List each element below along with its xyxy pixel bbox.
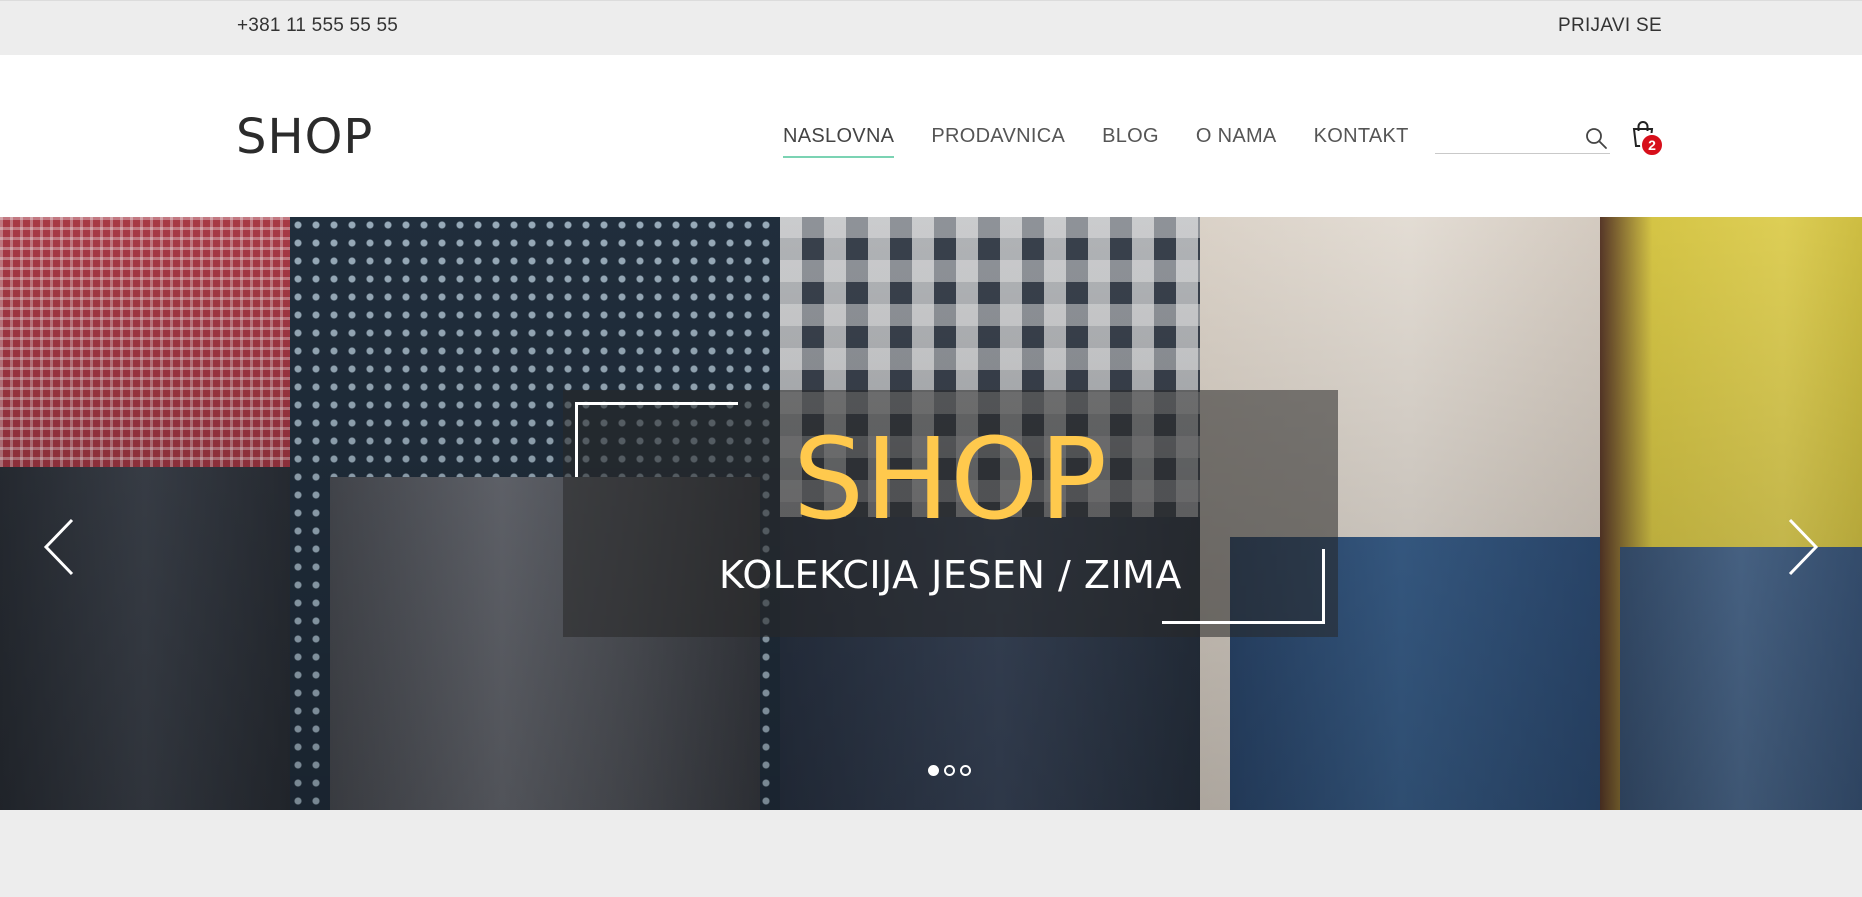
- slider-dot[interactable]: [944, 765, 955, 776]
- logo[interactable]: SHOP: [236, 113, 373, 161]
- slider-dot[interactable]: [960, 765, 971, 776]
- nav-item-kontakt[interactable]: KONTAKT: [1314, 125, 1409, 158]
- chevron-left-icon[interactable]: [38, 512, 82, 582]
- login-link[interactable]: PRIJAVI SE: [1558, 15, 1662, 37]
- nav-item-blog[interactable]: BLOG: [1102, 125, 1159, 158]
- cart-count-badge: 2: [1640, 133, 1664, 157]
- hero-title: SHOP: [792, 415, 1108, 545]
- nav-item-prodavnica[interactable]: PRODAVNICA: [931, 125, 1065, 158]
- slider-pagination: [928, 765, 976, 776]
- top-bar: +381 11 555 55 55 PRIJAVI SE: [0, 0, 1862, 55]
- search-box: [1435, 120, 1610, 154]
- search-icon[interactable]: [1584, 126, 1608, 150]
- site-header: SHOP NASLOVNA PRODAVNICA BLOG O NAMA KON…: [0, 55, 1862, 217]
- cart-button[interactable]: 2: [1630, 120, 1664, 157]
- nav-item-o-nama[interactable]: O NAMA: [1196, 125, 1277, 158]
- nav-item-naslovna[interactable]: NASLOVNA: [783, 125, 895, 158]
- chevron-right-icon[interactable]: [1780, 512, 1824, 582]
- search-input[interactable]: [1435, 120, 1575, 150]
- main-nav: NASLOVNA PRODAVNICA BLOG O NAMA KONTAKT: [783, 125, 1446, 158]
- slider-dot[interactable]: [928, 765, 939, 776]
- hero-slider: SHOP KOLEKCIJA JESEN / ZIMA: [0, 217, 1862, 810]
- phone-number[interactable]: +381 11 555 55 55: [237, 15, 398, 37]
- hero-subtitle: KOLEKCIJA JESEN / ZIMA: [719, 553, 1182, 597]
